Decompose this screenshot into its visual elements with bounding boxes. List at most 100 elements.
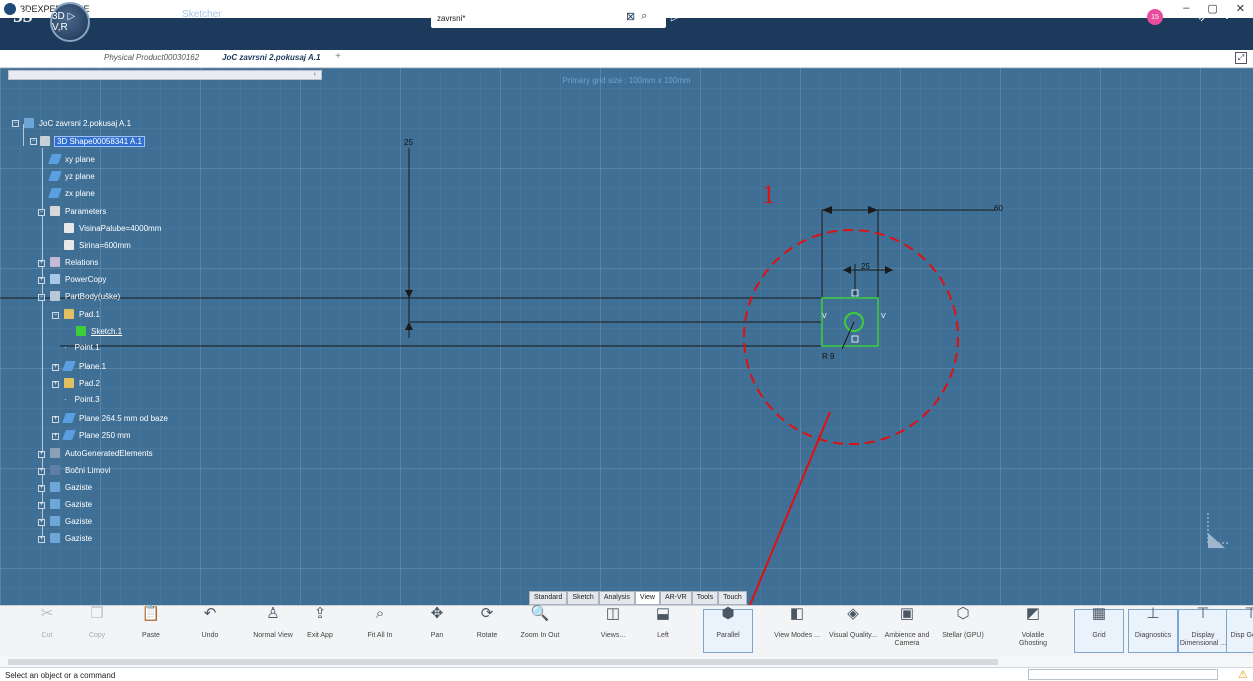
dim60-arrow-right	[868, 206, 878, 214]
help-icon[interactable]: ?	[1223, 6, 1232, 26]
tool-label: Paste	[142, 632, 160, 639]
tool-visual-quality-button[interactable]: ◈ Visual Quality...	[828, 606, 878, 640]
tool-parallel-button[interactable]: ⬢ Parallel	[703, 606, 753, 653]
tree-expander[interactable]: +	[38, 485, 45, 492]
tree-autogen[interactable]: AutoGeneratedElements	[50, 448, 153, 458]
add-tab-button[interactable]: +	[335, 51, 341, 62]
tree-expander[interactable]: +	[38, 502, 45, 509]
tool-tab-analysis[interactable]: Analysis	[598, 591, 635, 605]
ds-logo-icon[interactable]: 3S	[14, 6, 33, 27]
notifications-badge[interactable]: 15	[1147, 9, 1163, 25]
dim-60[interactable]: 60	[994, 204, 1003, 213]
tool-disp-geomet-button[interactable]: ⊤ Disp Geomet	[1226, 606, 1253, 653]
tree-expander[interactable]: −	[38, 294, 45, 301]
tree-sketch1[interactable]: Sketch.1	[76, 326, 122, 336]
tree-expander[interactable]: −	[38, 209, 45, 216]
tool-views-icon: ◫	[605, 605, 621, 622]
tool-zoom-in-out-button[interactable]: 🔍 Zoom In Out	[515, 606, 565, 640]
tree-plane-250[interactable]: Plane 250 mm	[62, 430, 131, 440]
tree-expander[interactable]: −	[12, 120, 19, 127]
tree-gaziste-2[interactable]: Gaziste	[50, 499, 92, 509]
tool-grid-button[interactable]: ▦ Grid	[1074, 606, 1124, 653]
tree-expander[interactable]: −	[52, 312, 59, 319]
tab-physical-product[interactable]: Physical Product00030162	[104, 53, 199, 62]
tool-view-modes-button[interactable]: ◧ View Modes ...	[772, 606, 822, 640]
tree-expander[interactable]: −	[30, 138, 37, 145]
tree-root[interactable]: JoC zavrsni 2.pokusaj A.1	[24, 118, 131, 128]
tree-expander[interactable]: +	[38, 468, 45, 475]
tag-icon[interactable]: ⌲	[670, 8, 681, 25]
tree-relations[interactable]: Relations	[50, 257, 98, 267]
add-icon[interactable]: +	[1176, 6, 1185, 26]
tree-zx-plane[interactable]: zx plane	[48, 188, 95, 198]
command-input[interactable]	[1028, 669, 1218, 680]
tool-diagnostics-button[interactable]: ⊥ Diagnostics	[1128, 606, 1178, 653]
expand-icon[interactable]: ⤢	[1235, 52, 1247, 64]
tool-tab-standard[interactable]: Standard	[529, 591, 568, 605]
radius-label[interactable]: R 9	[822, 352, 834, 361]
tool-volatile-ghosting-button[interactable]: ◩ Volatile Ghosting	[1008, 606, 1058, 648]
tool-exit-app-button[interactable]: ⇪ Exit App	[295, 606, 345, 640]
tree-3d-shape[interactable]: 3D Shape00058341 A.1	[40, 135, 145, 147]
tool-tab-tools[interactable]: Tools	[691, 591, 719, 605]
tree-expander[interactable]: +	[52, 381, 59, 388]
sketch-canvas[interactable]	[0, 68, 1253, 605]
tool-cut-button[interactable]: ✂ Cut	[22, 606, 72, 640]
tree-point3[interactable]: · Point.3	[64, 395, 100, 404]
tree-gaziste-3[interactable]: Gaziste	[50, 516, 92, 526]
tool-tab-ar-vr[interactable]: AR-VR	[659, 591, 692, 605]
user-menu[interactable]: RaMB ⌄	[1097, 10, 1136, 21]
tree-pad2[interactable]: Pad.2	[64, 378, 100, 388]
tree-expander[interactable]: +	[38, 451, 45, 458]
tool-normal-view-button[interactable]: ♙ Normal View	[248, 606, 298, 640]
tree-expander[interactable]: +	[38, 519, 45, 526]
tree-point1[interactable]: · Point.1	[64, 343, 100, 352]
tool-rotate-button[interactable]: ⟳ Rotate	[462, 606, 512, 640]
tree-expander[interactable]: +	[52, 433, 59, 440]
tree-parameters[interactable]: Parameters	[50, 206, 106, 216]
tree-expander[interactable]: +	[38, 536, 45, 543]
search-icon[interactable]: ⌕	[641, 10, 647, 23]
tool-undo-button[interactable]: ↶ Undo	[185, 606, 235, 640]
tool-pan-button[interactable]: ✥ Pan	[412, 606, 462, 640]
tree-param-sirina[interactable]: Sirina=600mm	[64, 240, 131, 250]
tree-expander[interactable]: +	[38, 260, 45, 267]
tool-stellar-gpu-button[interactable]: ⬡ Stellar (GPU)	[938, 606, 988, 640]
tab-joc-zavrsni[interactable]: JoC zavrsni 2.pokusaj A.1	[222, 53, 320, 62]
tree-partbody[interactable]: PartBody(uške)	[50, 291, 120, 301]
tool-tab-sketch[interactable]: Sketch	[567, 591, 599, 605]
dim-25-vertical[interactable]: 25	[404, 138, 413, 147]
tree-plane-264[interactable]: Plane 264.5 mm od baze	[62, 413, 168, 423]
tree-param-visina[interactable]: VisinaPalube=4000mm	[64, 223, 161, 233]
tree-gaziste-1[interactable]: Gaziste	[50, 482, 92, 492]
plane-icon	[48, 188, 62, 198]
tool-left-button[interactable]: ⬓ Left	[638, 606, 688, 640]
tree-yz-plane[interactable]: yz plane	[48, 171, 95, 181]
tree-expander[interactable]: +	[52, 416, 59, 423]
share-icon[interactable]: ⇗	[1197, 6, 1210, 26]
tree-expander[interactable]: +	[52, 364, 59, 371]
close-button[interactable]: ✕	[1236, 2, 1245, 15]
tree-plane-250-label: Plane 250 mm	[79, 430, 131, 440]
tool-paste-button[interactable]: 📋 Paste	[126, 606, 176, 640]
tool-tab-touch[interactable]: Touch	[718, 591, 747, 605]
dim-25-horizontal[interactable]: 25	[861, 262, 870, 271]
tree-plane1[interactable]: Plane.1	[62, 361, 106, 371]
tree-pad1[interactable]: Pad.1	[64, 309, 100, 319]
tree-xy-plane[interactable]: xy plane	[48, 154, 95, 164]
tree-expander[interactable]: +	[38, 277, 45, 284]
tool-ambience-and-camera-button[interactable]: ▣ Ambience and Camera	[882, 606, 932, 648]
clear-search-icon[interactable]: ⊠	[626, 10, 635, 23]
tree-gaziste-4[interactable]: Gaziste	[50, 533, 92, 543]
tool-display-dimensional-button[interactable]: ⊤ Display Dimensional ...	[1178, 606, 1228, 653]
compass-icon[interactable]: 3D ▷ V,R	[50, 2, 90, 42]
tool-views-button[interactable]: ◫ Views...	[588, 605, 638, 640]
warning-icon[interactable]: ⚠	[1238, 668, 1248, 681]
tool-tab-view[interactable]: View	[634, 591, 660, 605]
tool-copy-button[interactable]: ❐ Copy	[72, 606, 122, 640]
3d-viewport[interactable]: ‹ Primary grid size : 100mm x 100mm 1 25…	[0, 68, 1253, 605]
tool-fit-all-in-button[interactable]: ⌕ Fit All In	[355, 606, 405, 640]
scrollbar-thumb[interactable]	[8, 659, 998, 665]
tree-powercopy[interactable]: PowerCopy	[50, 274, 106, 284]
tree-bocni[interactable]: Bočni Limovi	[50, 465, 110, 475]
